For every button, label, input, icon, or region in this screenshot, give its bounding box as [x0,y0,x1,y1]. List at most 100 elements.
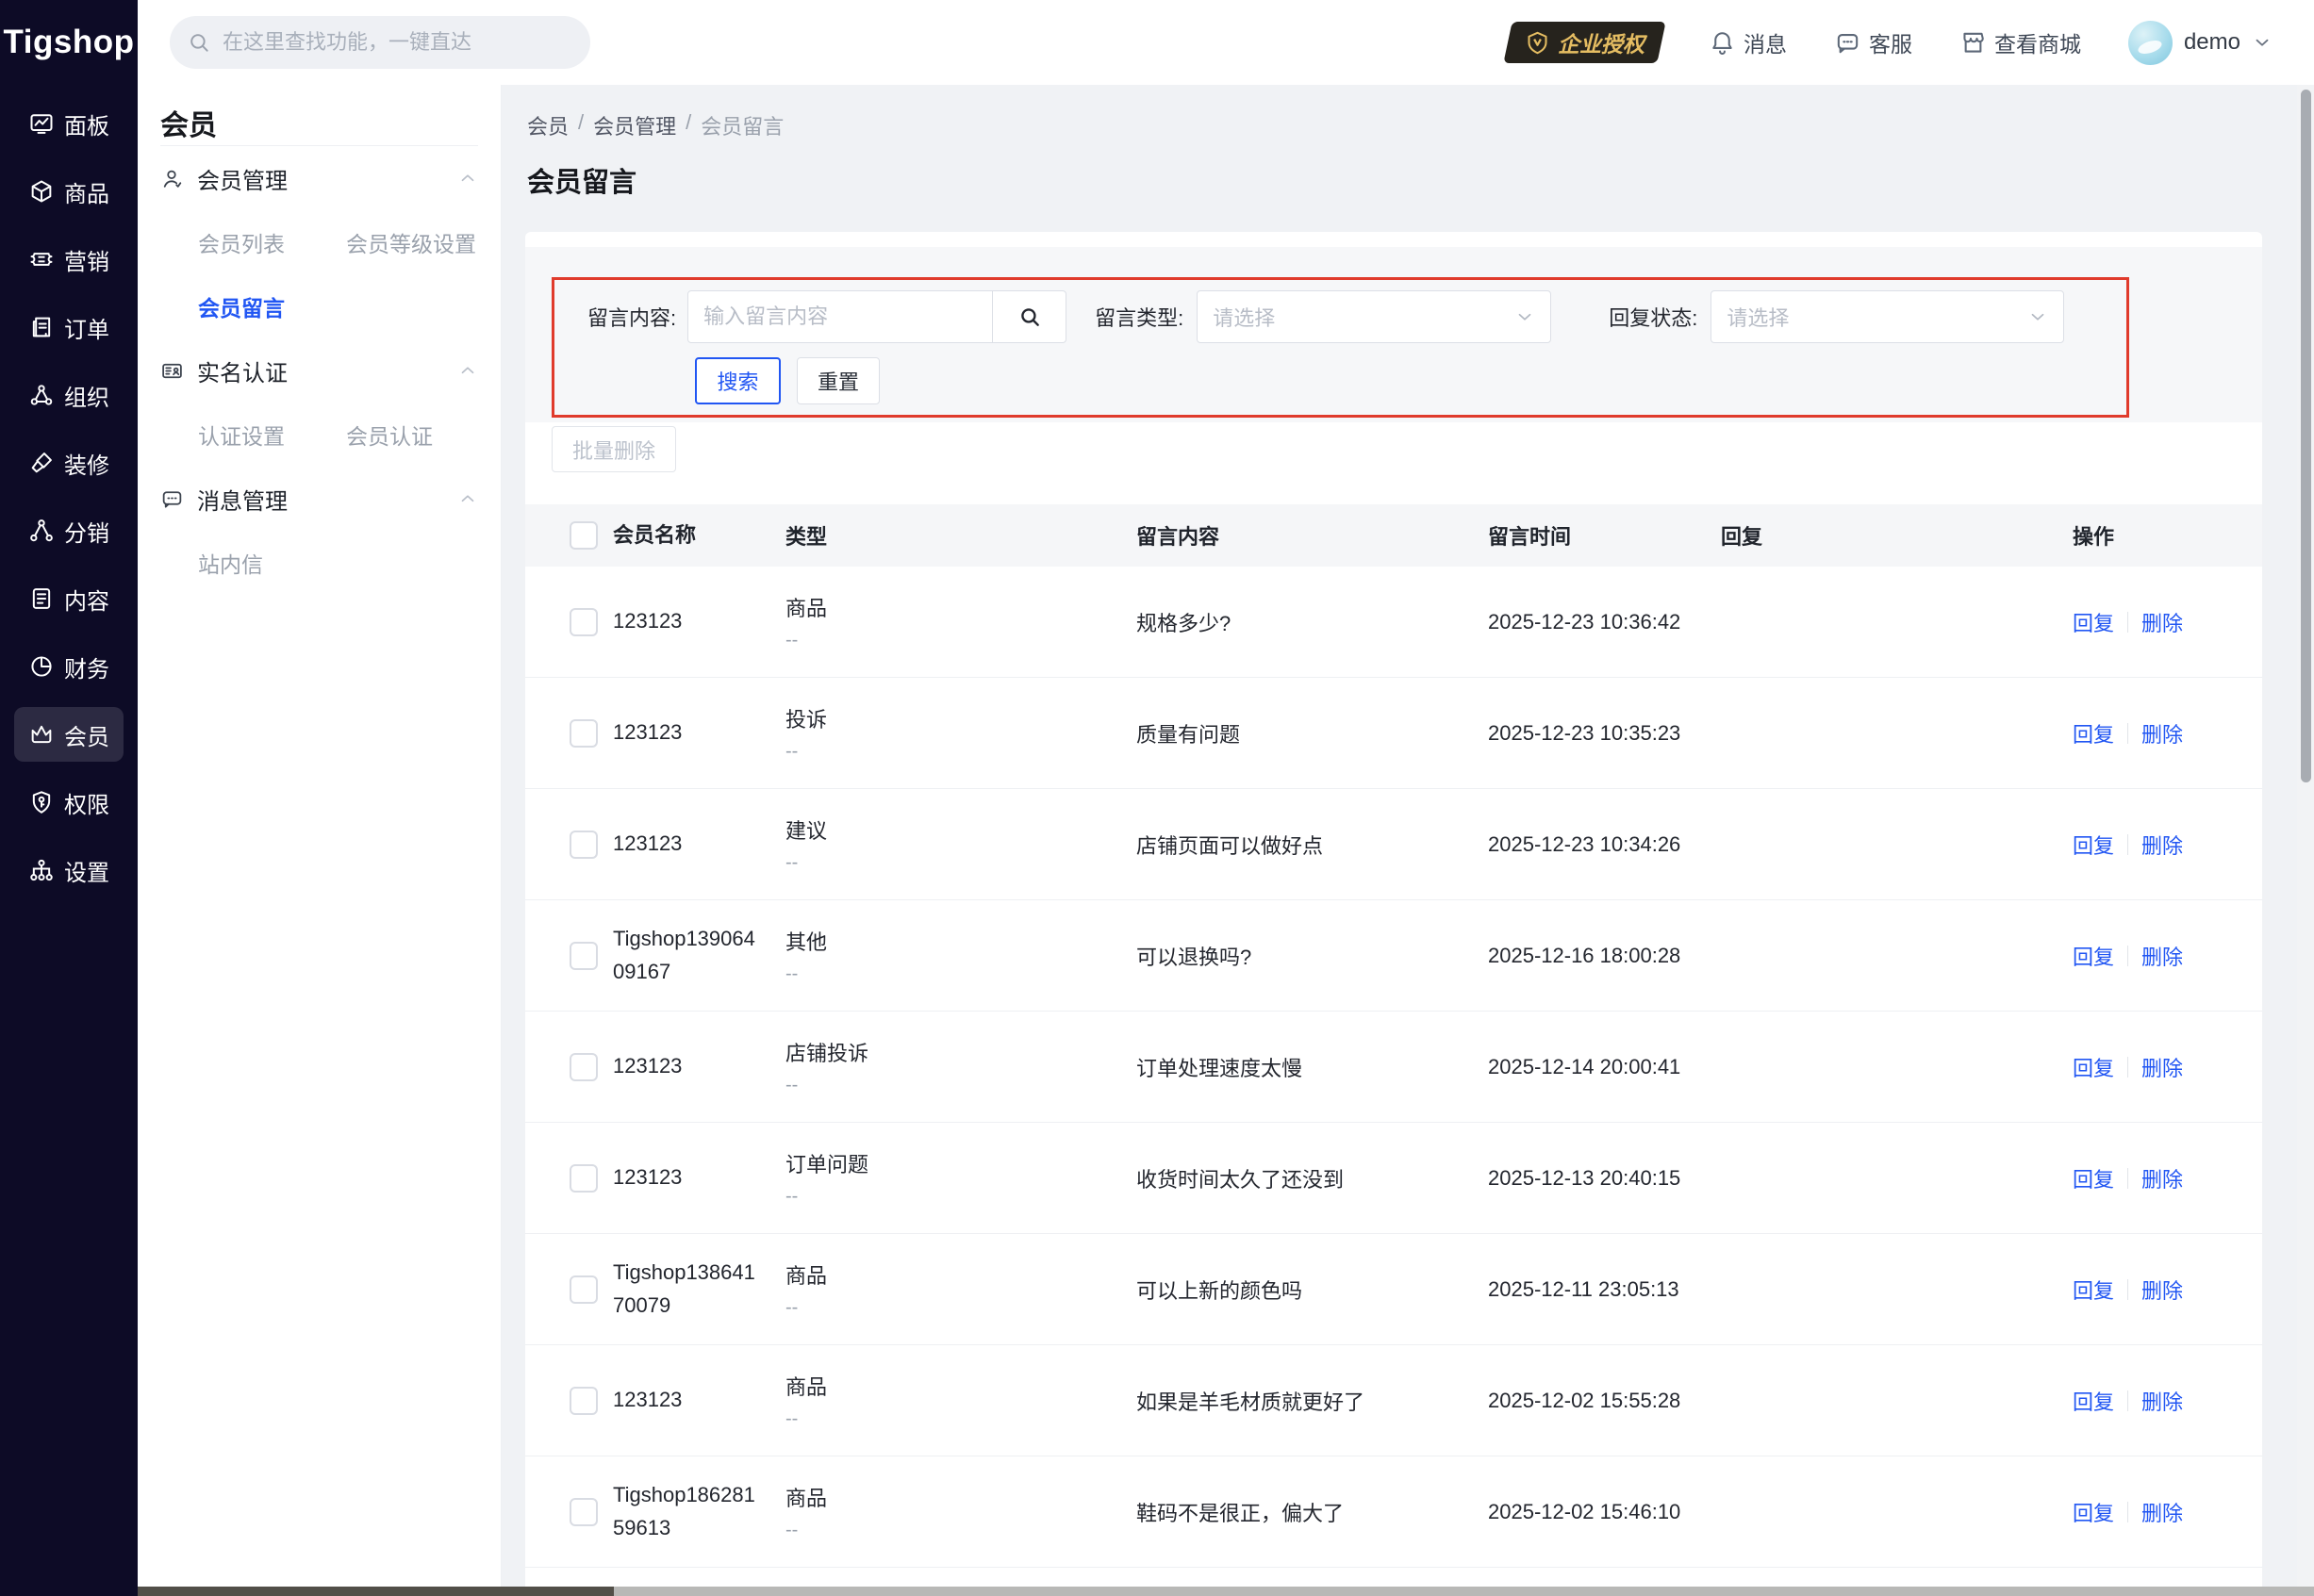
table-row: 123123 投诉 -- 质量有问题 2025-12-23 10:35:23 回… [525,678,2262,789]
group-message-management[interactable]: 消息管理 [160,467,478,531]
group-member-management-items: 会员列表 会员等级设置 会员留言 [160,210,478,338]
sidebar-item-settings[interactable]: 设置 [14,843,124,897]
message-time: 2025-12-13 20:40:15 [1488,1166,1721,1191]
row-checkbox[interactable] [570,1053,598,1081]
vertical-scrollbar-thumb[interactable] [2301,90,2311,782]
enterprise-auth-badge[interactable]: 企业授权 [1508,22,1661,63]
delete-link[interactable]: 删除 [2141,1497,2183,1527]
message-type-sub: -- [785,741,1136,763]
permission-icon [28,789,55,815]
table-row: Tigshop18628159613 商品 -- 鞋码不是很正，偏大了 2025… [525,1456,2262,1568]
messages-button[interactable]: 消息 [1709,26,1787,58]
member-icon [28,721,55,748]
reply-link[interactable]: 回复 [2073,941,2114,971]
group-label: 消息管理 [197,483,288,516]
batch-delete-button[interactable]: 批量删除 [552,426,676,472]
group-real-name-auth[interactable]: 实名认证 [160,338,478,403]
delete-link[interactable]: 删除 [2141,830,2183,860]
message-time: 2025-12-02 15:55:28 [1488,1389,1721,1413]
group-real-name-auth-items: 认证设置 会员认证 [160,403,478,467]
select-all-checkbox[interactable] [570,521,598,550]
reset-button[interactable]: 重置 [797,357,880,404]
reply-link[interactable]: 回复 [2073,1497,2114,1527]
global-search[interactable] [170,16,590,69]
row-checkbox[interactable] [570,1498,598,1526]
global-search-input[interactable] [223,30,562,55]
row-checkbox[interactable] [570,719,598,748]
delete-link[interactable]: 删除 [2141,607,2183,637]
sidebar-item-organization[interactable]: 组织 [14,368,124,422]
message-type-select[interactable]: 请选择 [1197,290,1551,343]
field-search-button[interactable] [992,291,1066,342]
sidebar-item-permission[interactable]: 权限 [14,775,124,830]
delete-link[interactable]: 删除 [2141,1275,2183,1305]
vertical-scrollbar [2297,85,2314,1596]
sidebar-item-goods[interactable]: 商品 [14,164,124,219]
breadcrumb-member[interactable]: 会员 [527,110,569,140]
message-content-input[interactable] [688,291,992,342]
delete-link[interactable]: 删除 [2141,718,2183,749]
user-menu[interactable]: demo [2128,21,2273,65]
row-checkbox[interactable] [570,608,598,636]
delete-link[interactable]: 删除 [2141,1052,2183,1082]
row-checkbox[interactable] [570,831,598,859]
sidebar-item-distribution[interactable]: 分销 [14,503,124,558]
chat-icon [160,487,184,511]
sidebar-item-finance[interactable]: 财务 [14,639,124,694]
reply-link[interactable]: 回复 [2073,1386,2114,1416]
breadcrumb-separator: / [578,110,584,140]
member-name: 123123 [613,1161,785,1193]
delete-link[interactable]: 删除 [2141,1163,2183,1193]
message-content: 收货时间太久了还没到 [1136,1163,1488,1193]
delete-link[interactable]: 删除 [2141,1386,2183,1416]
reply-link[interactable]: 回复 [2073,607,2114,637]
tigshop-logo[interactable]: Tigshop [0,0,138,85]
sidebar-item-content[interactable]: 内容 [14,571,124,626]
row-checkbox[interactable] [570,942,598,970]
row-checkbox[interactable] [570,1164,598,1193]
sidebar-item-decoration[interactable]: 装修 [14,436,124,490]
chat-bubble-icon [1834,29,1861,57]
action-separator [2127,612,2128,633]
delete-link[interactable]: 删除 [2141,941,2183,971]
message-content: 质量有问题 [1136,718,1488,749]
search-button[interactable]: 搜索 [695,357,781,404]
breadcrumb-member-management[interactable]: 会员管理 [593,110,676,140]
avatar[interactable] [2128,21,2173,65]
submenu-item-member-level-settings[interactable]: 会员等级设置 [346,210,494,274]
sidebar-item-member[interactable]: 会员 [14,707,124,762]
submenu-item-member-messages[interactable]: 会员留言 [198,274,346,338]
sidebar-item-orders[interactable]: 订单 [14,300,124,354]
sidebar-item-dashboard[interactable]: 面板 [14,96,124,151]
action-separator [2127,946,2128,966]
shield-v-icon [1525,30,1550,56]
header-member-name: 会员名称 [613,519,785,551]
username: demo [2184,29,2240,56]
header-message-time: 留言时间 [1488,520,1721,551]
reply-link[interactable]: 回复 [2073,1163,2114,1193]
submenu-item-auth-settings[interactable]: 认证设置 [198,403,346,467]
reply-link[interactable]: 回复 [2073,830,2114,860]
reply-link[interactable]: 回复 [2073,1275,2114,1305]
goods-icon [28,178,55,205]
view-store-button[interactable]: 查看商城 [1959,26,2081,58]
message-type-sub: -- [785,1408,1136,1430]
group-label: 会员管理 [197,162,288,195]
content-card: 留言内容: 留言类型: 请选择 [525,232,2262,1596]
reply-link[interactable]: 回复 [2073,1052,2114,1082]
view-store-label: 查看商城 [1994,26,2081,58]
horizontal-scrollbar-thumb[interactable] [138,1587,614,1596]
submenu-item-member-list[interactable]: 会员列表 [198,210,346,274]
sidebar-item-marketing[interactable]: 营销 [14,232,124,287]
member-messages-table: 会员名称 类型 留言内容 留言时间 回复 操作 123123 商品 -- 规格多… [525,504,2262,1596]
group-member-management[interactable]: 会员管理 [160,146,478,210]
row-checkbox[interactable] [570,1275,598,1304]
reply-link[interactable]: 回复 [2073,718,2114,749]
group-message-management-items: 站内信 [160,531,478,595]
submenu-item-member-auth[interactable]: 会员认证 [346,403,494,467]
submenu-item-site-mail[interactable]: 站内信 [198,531,346,595]
reply-status-select[interactable]: 请选择 [1711,290,2064,343]
message-time: 2025-12-23 10:35:23 [1488,721,1721,746]
support-button[interactable]: 客服 [1834,26,1912,58]
row-checkbox[interactable] [570,1387,598,1415]
